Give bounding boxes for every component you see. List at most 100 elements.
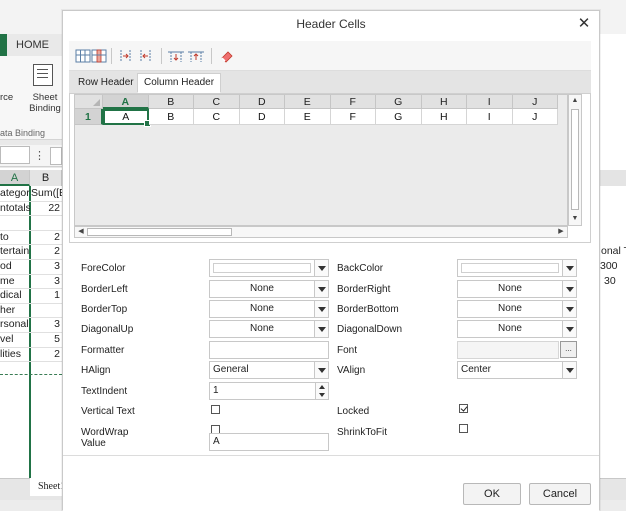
tab-column-header[interactable]: Column Header [137,73,222,93]
header-cell-i[interactable]: I [467,109,513,125]
eraser-icon[interactable] [219,48,235,64]
background-cell[interactable]: 5 [31,332,62,346]
column-header-a[interactable]: A [0,170,30,186]
header-cell-g[interactable]: G [376,109,422,125]
column-header-c[interactable]: C [194,95,240,109]
background-cell[interactable]: 3 [31,317,62,331]
scroll-down-icon[interactable]: ▼ [569,213,581,225]
background-cell[interactable]: 22 [31,201,62,215]
ok-button[interactable]: OK [463,483,521,505]
ribbon-item-sheet[interactable]: Sheet [30,92,60,103]
chevron-down-icon[interactable] [314,301,328,317]
move-column-right-icon[interactable] [137,48,155,64]
cancel-button[interactable]: Cancel [529,483,591,505]
diagonalup-select[interactable]: None [209,320,329,338]
background-cell[interactable]: vel [0,332,30,346]
shrinktofit-checkbox[interactable] [459,424,468,433]
column-header-e[interactable]: E [285,95,331,109]
column-header-i[interactable]: I [467,95,513,109]
more-options-icon[interactable]: ⋮ [34,149,45,162]
header-cell-d[interactable]: D [239,109,285,125]
scroll-left-icon[interactable]: ◀ [75,226,87,238]
move-column-left-icon[interactable] [117,48,135,64]
header-cell-j[interactable]: J [512,109,558,125]
background-cell[interactable]: 2 [31,230,62,244]
chevron-down-icon[interactable] [562,260,576,276]
chevron-down-icon[interactable] [314,260,328,276]
column-header-g[interactable]: G [376,95,422,109]
column-header-d[interactable]: D [239,95,285,109]
ribbon-item-source[interactable]: rce [0,92,13,103]
column-header-f[interactable]: F [330,95,376,109]
background-cell[interactable]: 1 [31,288,62,302]
background-cell[interactable]: Sum([E [31,186,62,200]
file-tab[interactable] [0,34,7,56]
background-cell[interactable]: dical [0,288,30,302]
borderright-select[interactable]: None [457,280,577,298]
background-cell[interactable]: tertain [0,244,30,258]
column-header-b[interactable]: B [30,170,62,186]
vertical-scroll-thumb[interactable] [571,109,579,210]
header-cell-f[interactable]: F [330,109,376,125]
chevron-down-icon[interactable] [562,321,576,337]
tab-row-header[interactable]: Row Header [71,73,141,93]
background-cell[interactable]: rsonal [0,317,30,331]
background-cell[interactable]: her [0,303,30,317]
verticaltext-checkbox[interactable] [211,405,220,414]
formatter-input[interactable] [209,341,329,359]
column-header-j[interactable]: J [512,95,558,109]
header-preview-grid[interactable]: ABCDEFGHIJ 1 ABCDEFGHIJ [74,94,568,226]
chevron-down-icon[interactable] [314,362,328,378]
header-cell-a[interactable]: A [103,109,150,127]
chevron-down-icon[interactable] [562,281,576,297]
background-cell[interactable]: 3 [31,259,62,273]
background-cell[interactable]: me [0,274,30,288]
background-cell[interactable]: od [0,259,30,273]
sheet-binding-icon[interactable] [33,64,53,86]
column-header-a[interactable]: A [103,95,149,109]
background-cell[interactable]: 3 [31,274,62,288]
background-cell[interactable]: to [0,230,30,244]
forecolor-picker[interactable] [209,259,329,277]
halign-select[interactable]: General [209,361,329,379]
remove-header-row-icon[interactable] [187,48,205,64]
background-cell[interactable]: 2 [31,347,62,361]
valign-select[interactable]: Center [457,361,577,379]
select-all-corner[interactable] [75,95,103,109]
column-header-h[interactable]: H [421,95,467,109]
chevron-down-icon[interactable] [562,362,576,378]
background-cell[interactable]: ntotals [0,201,30,215]
background-cell[interactable]: ategory [0,186,30,200]
add-header-row-icon[interactable] [167,48,185,64]
close-icon[interactable]: ✕ [575,15,593,33]
font-picker-button[interactable]: ... [560,341,577,358]
chevron-down-icon[interactable] [562,301,576,317]
borderbottom-select[interactable]: None [457,300,577,318]
chevron-down-icon[interactable] [314,321,328,337]
backcolor-picker[interactable] [457,259,577,277]
sheet-tab[interactable]: Sheet1 [30,478,65,496]
textindent-stepper[interactable]: 1 [209,382,329,400]
row-header-1[interactable]: 1 [75,109,103,125]
insert-columns-icon[interactable] [75,48,91,64]
locked-checkbox[interactable] [459,404,468,413]
vertical-scrollbar[interactable]: ▲ ▼ [568,94,582,226]
ribbon-tab-home[interactable]: HOME [16,39,49,51]
expand-formula-button[interactable] [50,147,62,165]
horizontal-scroll-thumb[interactable] [87,228,232,236]
background-cell[interactable]: 2 [31,244,62,258]
chevron-down-icon[interactable] [314,281,328,297]
background-cell[interactable]: lities [0,347,30,361]
name-box[interactable] [0,146,30,164]
borderleft-select[interactable]: None [209,280,329,298]
stepper-arrows-icon[interactable] [315,383,328,399]
horizontal-scrollbar[interactable]: ◀ ▶ [74,226,568,238]
delete-columns-icon[interactable] [91,48,107,64]
scroll-up-icon[interactable]: ▲ [569,95,581,107]
value-input[interactable]: A [209,433,329,451]
header-cell-c[interactable]: C [194,109,240,125]
column-header-b[interactable]: B [148,95,194,109]
header-cell-h[interactable]: H [421,109,467,125]
scroll-right-icon[interactable]: ▶ [555,226,567,238]
ribbon-item-binding[interactable]: Binding [28,103,62,114]
